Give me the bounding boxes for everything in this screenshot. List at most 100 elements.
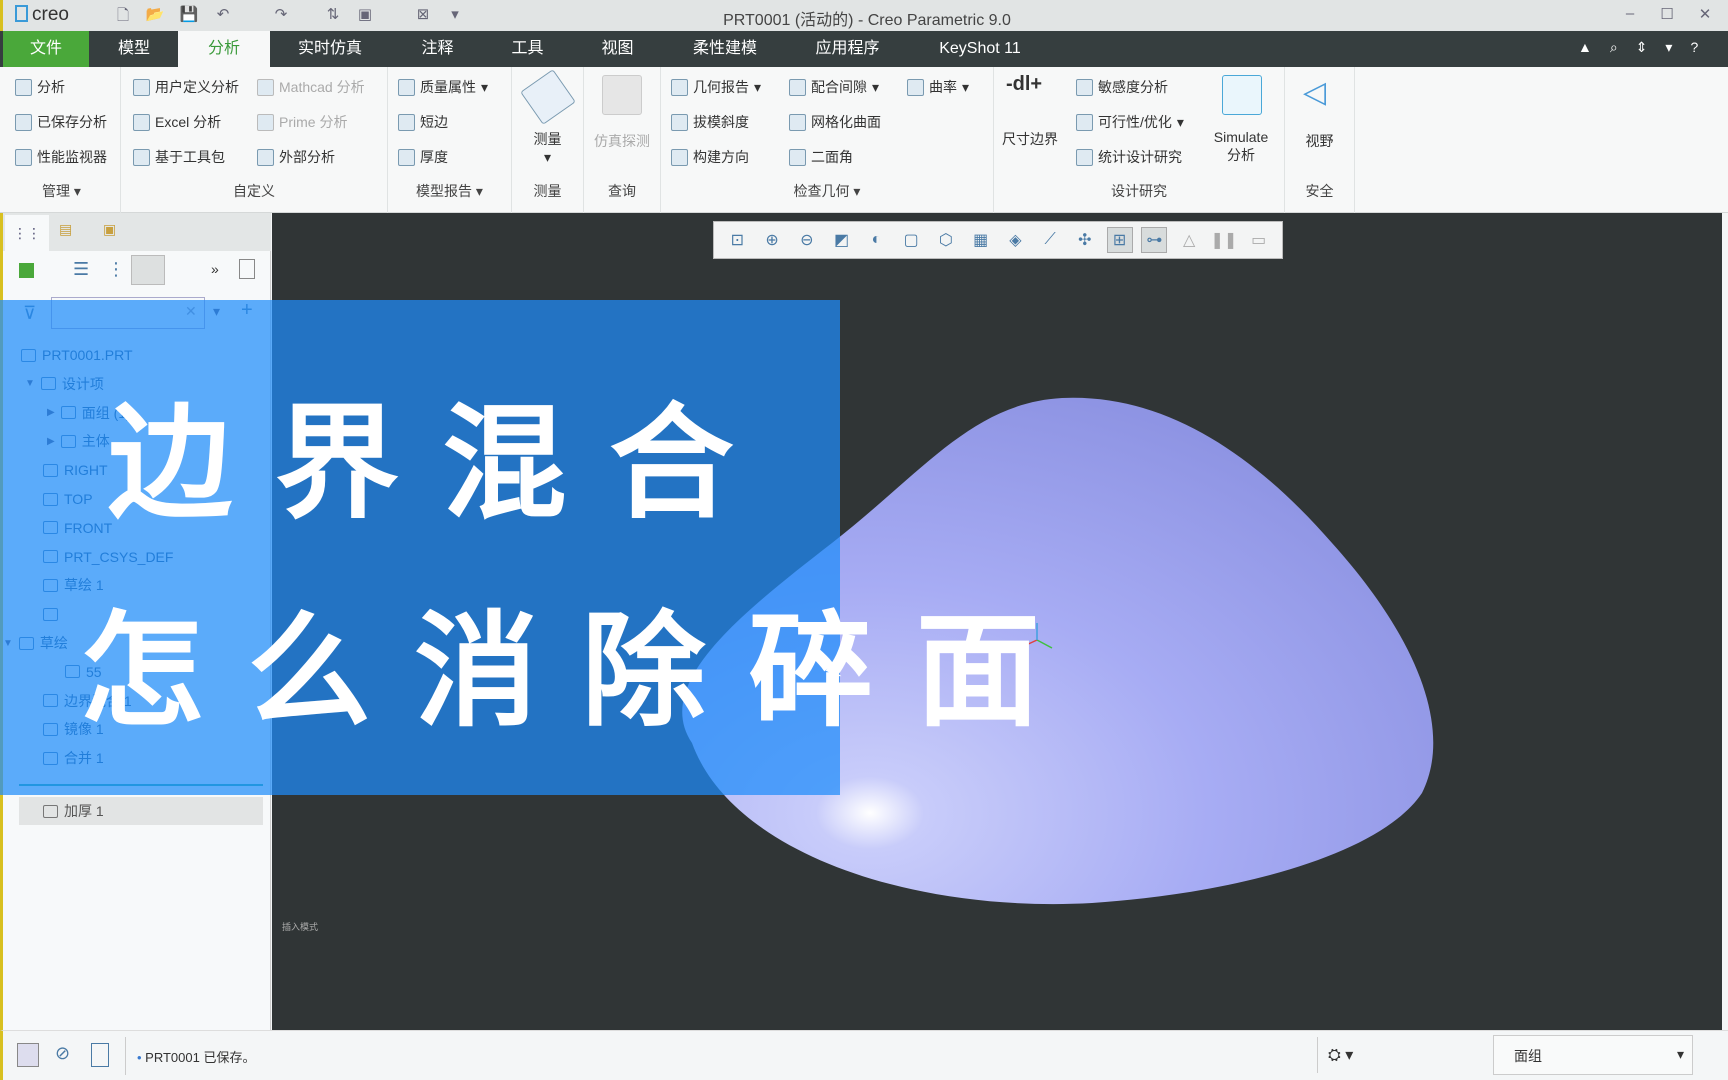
saved-analysis-icon <box>15 113 32 131</box>
curvature-button[interactable]: 曲率 ▾ <box>907 77 969 97</box>
statistical-study-button[interactable]: 统计设计研究 <box>1076 147 1182 167</box>
model-tree-tab[interactable]: ⋮⋮ <box>5 215 49 251</box>
vision-button[interactable]: 视野 <box>1285 131 1354 151</box>
pause-icon[interactable]: ❚❚ <box>1210 227 1237 253</box>
tab-tools[interactable]: 工具 <box>490 31 565 67</box>
draft-button[interactable]: 拔模斜度 <box>671 112 749 132</box>
tab-annotate[interactable]: 注释 <box>400 31 475 67</box>
chart-icon <box>15 148 32 166</box>
geometry-report-button[interactable]: 几何报告 ▾ <box>671 77 761 97</box>
settings-icon[interactable] <box>239 259 255 279</box>
section-icon[interactable]: ◈ <box>1002 227 1028 253</box>
dihedral-icon <box>789 148 806 166</box>
title-bar: creo 🗋 📂 💾 ↶ ↷ ⇅ ▣ ⊠ ▾ PRT0001 (活动的) - C… <box>0 0 1728 31</box>
view-toolbar: ⊡ ⊕ ⊖ ◩ ◐ ▢ ⬡ ▦ ◈ ⟋ ✣ ⊞ ⊶ △ ❚❚ ▭ <box>713 221 1283 259</box>
short-edge-button[interactable]: 短边 <box>398 112 448 132</box>
external-icon <box>257 148 274 166</box>
tab-file[interactable]: 文件 <box>3 31 89 67</box>
close-button[interactable]: ✕ <box>1695 5 1715 25</box>
part-icon[interactable] <box>19 263 34 278</box>
zoom-in-icon[interactable]: ⊕ <box>759 227 785 253</box>
build-direction-button[interactable]: 构建方向 <box>671 147 749 167</box>
excel-icon <box>133 113 150 131</box>
sensitivity-button[interactable]: 敏感度分析 <box>1076 77 1168 97</box>
thickness-button[interactable]: 厚度 <box>398 147 448 167</box>
mathcad-analysis-button[interactable]: Mathcad 分析 <box>257 77 365 97</box>
tab-flexible-modeling[interactable]: 柔性建模 <box>680 31 770 67</box>
minimize-button[interactable]: – <box>1620 5 1640 25</box>
tab-realtime-sim[interactable]: 实时仿真 <box>288 31 372 67</box>
group-label: 设计研究 <box>1111 183 1167 199</box>
toolkit-button[interactable]: 基于工具包 <box>133 147 225 167</box>
excel-analysis-button[interactable]: Excel 分析 <box>133 112 221 132</box>
ruler-icon <box>520 69 576 125</box>
fullscreen-icon[interactable] <box>91 1043 109 1067</box>
user-defined-analysis-button[interactable]: 用户定义分析 <box>133 77 239 97</box>
measure-button[interactable]: 测量 ▾ <box>512 129 583 166</box>
tab-view[interactable]: 视图 <box>580 31 655 67</box>
mass-properties-button[interactable]: 质量属性 ▾ <box>398 77 488 97</box>
saved-orientations-icon[interactable]: ▢ <box>898 227 924 253</box>
tree-item-thicken[interactable]: 加厚 1 <box>19 797 263 825</box>
dihedral-button[interactable]: 二面角 <box>789 147 853 167</box>
find-button[interactable]: ⛭ ▾ <box>1317 1037 1377 1073</box>
clearance-button[interactable]: 配合间隙 ▾ <box>789 77 879 97</box>
prime-icon <box>257 113 274 131</box>
ribbon-controls[interactable]: ▲⌕⇕▾? <box>1578 39 1716 56</box>
zoom-out-icon[interactable]: ⊖ <box>794 227 820 253</box>
tree-view-icon[interactable]: ☰ <box>73 259 89 280</box>
group-label[interactable]: 管理 ▾ <box>3 181 120 201</box>
navigator-toggle-icon[interactable] <box>17 1043 39 1067</box>
window-title: PRT0001 (活动的) - Creo Parametric 9.0 <box>723 12 1011 29</box>
annotation-display-icon[interactable]: ✣ <box>1072 227 1098 253</box>
mesh-surface-button[interactable]: 网格化曲面 <box>789 112 881 132</box>
dimension-boundary-button[interactable]: 尺寸边界 <box>1002 129 1058 149</box>
display-style-icon[interactable]: ◐ <box>863 227 889 253</box>
group-measure: 测量 ▾ 测量 <box>512 67 584 213</box>
external-analysis-button[interactable]: 外部分析 <box>257 147 335 167</box>
datum-display-icon[interactable]: ⟋ <box>1037 227 1063 253</box>
direction-icon <box>671 148 688 166</box>
saved-analysis-button[interactable]: 已保存分析 <box>15 112 107 132</box>
refit-icon[interactable]: ⊡ <box>724 227 750 253</box>
view-manager-icon[interactable]: ⬡ <box>933 227 959 253</box>
feasibility-button[interactable]: 可行性/优化 ▾ <box>1076 112 1184 132</box>
group-inspect-geometry: 几何报告 ▾ 拔模斜度 构建方向 配合间隙 ▾ 网格化曲面 二面角 曲率 ▾ 检… <box>661 67 994 213</box>
tab-analysis[interactable]: 分析 <box>178 31 270 67</box>
toolkit-icon <box>133 148 150 166</box>
perspective-icon[interactable]: ▦ <box>968 227 994 253</box>
performance-monitor-button[interactable]: 性能监视器 <box>15 147 107 167</box>
group-label[interactable]: 检查几何 ▾ <box>661 181 993 201</box>
tab-applications[interactable]: 应用程序 <box>800 31 895 67</box>
thickness-icon <box>398 148 415 166</box>
prime-analysis-button[interactable]: Prime 分析 <box>257 112 347 132</box>
divider <box>125 1037 126 1075</box>
triangle-icon[interactable]: △ <box>1176 227 1202 253</box>
ribbon: 分析 已保存分析 性能监视器 管理 ▾ 用户定义分析 Excel 分析 基于工具… <box>0 67 1728 213</box>
status-bar: ⊘ • PRT0001 已保存。 ⛭ ▾ 面组 ▾ <box>0 1030 1728 1080</box>
group-label: 测量 <box>533 183 562 199</box>
report-icon <box>671 78 688 96</box>
tab-model[interactable]: 模型 <box>92 31 176 67</box>
browser-toggle-icon[interactable]: ⊘ <box>55 1043 70 1064</box>
next-icon[interactable]: ▭ <box>1246 227 1272 253</box>
favorites-tab-icon[interactable]: ▣ <box>103 221 116 238</box>
spin-center-icon[interactable]: ⊞ <box>1106 227 1133 253</box>
repaint-icon[interactable]: ◩ <box>829 227 855 253</box>
node-display-icon[interactable]: ⊶ <box>1141 227 1168 253</box>
more-icon[interactable]: » <box>211 261 219 277</box>
tab-keyshot[interactable]: KeyShot 11 <box>925 31 1035 67</box>
list-view-icon[interactable]: ⋮ <box>107 259 125 280</box>
selection-filter-dropdown[interactable]: 面组 ▾ <box>1493 1035 1693 1075</box>
curvature-icon <box>907 78 924 96</box>
simulate-analysis-button[interactable]: Simulate 分析 <box>1200 129 1282 165</box>
mesh-icon <box>789 113 806 131</box>
status-message: • PRT0001 已保存。 <box>137 1050 256 1065</box>
group-custom: 用户定义分析 Excel 分析 基于工具包 Mathcad 分析 Prime 分… <box>121 67 388 213</box>
maximize-button[interactable]: ☐ <box>1657 5 1677 25</box>
group-label[interactable]: 模型报告 ▾ <box>388 181 511 201</box>
sim-probe-button[interactable]: 仿真探测 <box>584 131 660 151</box>
columns-button[interactable] <box>131 255 165 285</box>
layers-tab-icon[interactable]: ▤ <box>59 221 72 238</box>
analysis-button[interactable]: 分析 <box>15 77 65 97</box>
